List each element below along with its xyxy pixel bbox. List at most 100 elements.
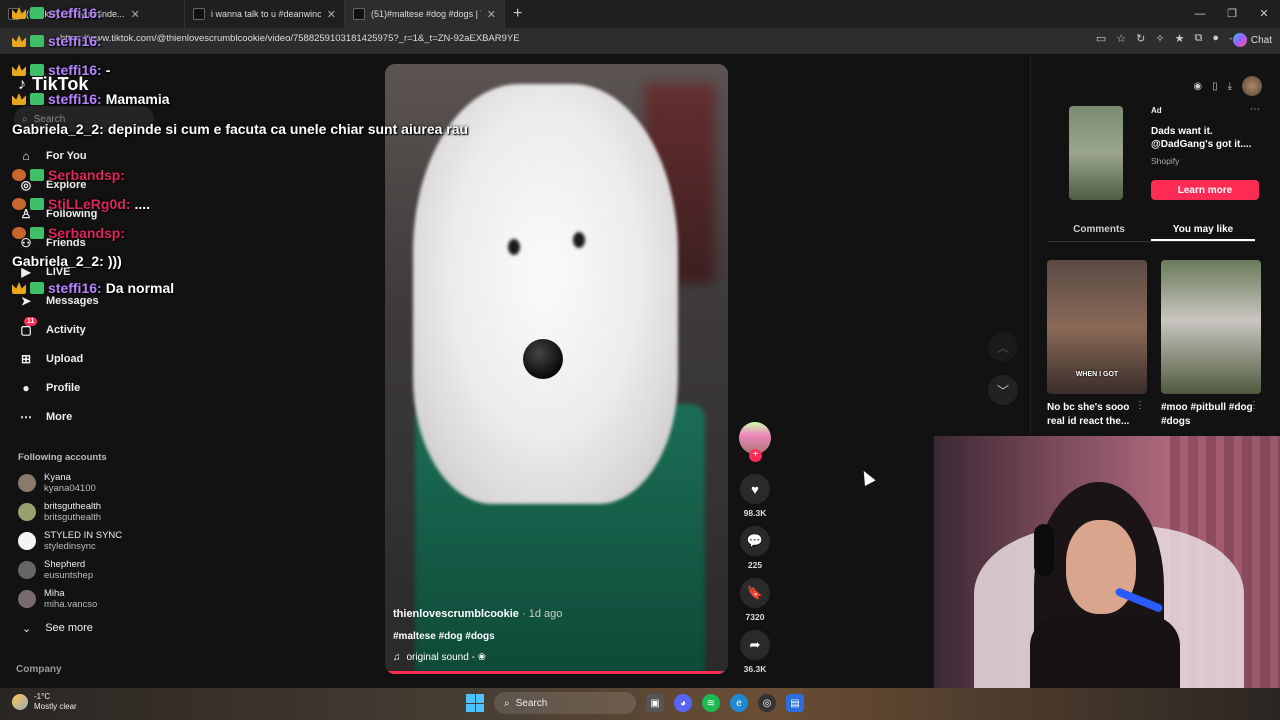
recommended-video-card[interactable]: #moo #pitbull #dog #dogs ⋮	[1161, 260, 1261, 429]
reader-icon[interactable]: ▭	[1096, 32, 1106, 45]
account-item[interactable]: Kyana kyana04100	[18, 472, 96, 494]
follow-plus-icon[interactable]: +	[749, 449, 762, 462]
edge-icon[interactable]: e	[730, 694, 748, 712]
bookmark-icon: 🔖	[740, 578, 770, 608]
new-tab-button[interactable]: +	[505, 5, 530, 23]
video-sound[interactable]: ♫ original sound - ❀	[393, 652, 486, 663]
avatar	[18, 590, 36, 608]
previous-video-button[interactable]: ︿	[988, 332, 1018, 362]
nav-label: Upload	[46, 353, 84, 365]
chat-message: steffi16: -	[12, 62, 110, 78]
profile-avatar-icon: ●	[22, 381, 30, 395]
chat-badge-icon	[12, 93, 26, 105]
nav-label: More	[46, 411, 73, 423]
next-video-button[interactable]: ﹀	[988, 375, 1018, 405]
taskbar-search[interactable]: ⌕ Search	[494, 692, 636, 714]
tiktok-favicon-icon	[193, 8, 205, 20]
save-count: 7320	[745, 612, 765, 622]
tab-3-active[interactable]: (51)#maltese #dog #dogs | Ti ✕	[345, 0, 505, 28]
tab-comments[interactable]: Comments	[1047, 220, 1151, 241]
card-more-icon[interactable]: ⋮	[1135, 400, 1145, 411]
user-avatar[interactable]	[1242, 76, 1262, 96]
star-icon[interactable]: ☆	[1116, 32, 1126, 45]
account-handle: styledinsync	[44, 541, 96, 552]
save-button[interactable]: 🔖 7320	[736, 578, 774, 622]
spotify-icon[interactable]: ≋	[702, 694, 720, 712]
tab-label: i wanna talk to u #deanwinchester	[211, 9, 321, 19]
download-icon[interactable]: ⤓	[1228, 81, 1232, 92]
url-field[interactable]: https://www.tiktok.com/@thienlovescrumbl…	[60, 33, 520, 44]
see-more-button[interactable]: ⌄ See more	[22, 622, 93, 635]
close-tab-icon[interactable]: ✕	[487, 8, 496, 21]
chat-username: steffi16:	[48, 62, 102, 78]
sidebar: ♪ TikTok ⌕ Search ⌂ For You ◎ Explore ♙ Fol…	[0, 54, 165, 688]
close-window-icon[interactable]: ✕	[1248, 0, 1280, 28]
close-tab-icon[interactable]: ✕	[327, 8, 336, 21]
refresh-icon[interactable]: ↻	[1136, 32, 1145, 45]
address-bar: https://www.tiktok.com/@thienlovescrumbl…	[0, 28, 1280, 54]
account-item[interactable]: britsguthealth britsguthealth	[18, 501, 101, 523]
device-icon[interactable]: ▯	[1212, 81, 1218, 92]
search-label: Search	[515, 697, 548, 709]
favorites-icon[interactable]: ★	[1175, 32, 1185, 45]
nav-upload[interactable]: ⊞ Upload	[18, 352, 83, 366]
nav-for-you[interactable]: ⌂ For You	[18, 149, 86, 163]
chat-message: steffi16:	[12, 33, 106, 49]
chat-message: steffi16: Da normal	[12, 280, 174, 296]
video-progress-bar[interactable]	[385, 671, 728, 674]
more-icon: ⋯	[20, 410, 32, 424]
comment-button[interactable]: 💬 225	[736, 526, 774, 570]
account-name: britsguthealth	[44, 501, 102, 512]
account-item[interactable]: Shepherd eusuntshep	[18, 559, 93, 581]
ad-thumbnail[interactable]	[1069, 106, 1123, 200]
coin-icon[interactable]: ◉	[1193, 81, 1202, 92]
recommended-video-card[interactable]: WHEN I GOT No bc she's sooo real id reac…	[1047, 260, 1147, 429]
collections-icon[interactable]: ⧉	[1194, 32, 1202, 45]
nav-more[interactable]: ⋯ More	[18, 410, 72, 424]
like-button[interactable]: ♥ 98.3K	[736, 474, 774, 518]
chat-badge-icon	[30, 35, 44, 47]
tab-2[interactable]: i wanna talk to u #deanwinchester ✕	[185, 0, 345, 28]
company-link[interactable]: Company	[16, 664, 62, 675]
maltese-dog-image	[413, 84, 678, 504]
profile-icon[interactable]: ●	[1212, 32, 1219, 45]
video-hashtags[interactable]: #maltese #dog #dogs	[393, 631, 495, 642]
extensions-icon[interactable]: ✧	[1155, 32, 1164, 45]
video-author[interactable]: thienlovescrumblcookie · 1d ago	[393, 608, 562, 620]
ad-more-icon[interactable]: ⋯	[1250, 104, 1260, 115]
tab-you-may-like[interactable]: You may like	[1151, 220, 1255, 241]
account-item[interactable]: Miha miha.vancso	[18, 588, 97, 610]
chat-text: )))	[107, 253, 122, 269]
chat-username: Gabriela_2_2:	[12, 253, 104, 269]
share-button[interactable]: ➦ 36.3K	[736, 630, 774, 674]
windows-taskbar: -1°C Mostly clear ⌕ Search ▣ ◕ ≋ e ◎ ▤	[0, 688, 1280, 720]
avatar	[18, 503, 36, 521]
windows-start-icon[interactable]	[466, 694, 484, 712]
chat-username: Gabriela_2_2:	[12, 121, 104, 137]
learn-more-button[interactable]: Learn more	[1151, 180, 1259, 200]
creator-avatar-button[interactable]: +	[736, 422, 774, 462]
copilot-chat-button[interactable]: Chat	[1232, 33, 1272, 47]
close-tab-icon[interactable]: ✕	[131, 8, 140, 21]
nav-profile[interactable]: ● Profile	[18, 381, 80, 395]
chat-badge-icon	[30, 7, 44, 19]
account-item[interactable]: STYLED IN SYNC styledinsync	[18, 530, 122, 552]
video-player[interactable]: thienlovescrumblcookie · 1d ago #maltese…	[385, 64, 728, 674]
task-view-icon[interactable]: ▣	[646, 694, 664, 712]
share-count: 36.3K	[743, 664, 767, 674]
nav-messages[interactable]: ➤ Messages	[18, 294, 99, 308]
obs-icon[interactable]: ◎	[758, 694, 776, 712]
music-note-icon: ♫	[393, 652, 401, 663]
nav-activity[interactable]: ▢ 11 Activity	[18, 317, 86, 337]
minimize-icon[interactable]: —	[1184, 0, 1216, 28]
discord-icon[interactable]: ◕	[674, 694, 692, 712]
upload-icon: ⊞	[20, 352, 32, 366]
restore-icon[interactable]: ❐	[1216, 0, 1248, 28]
card-more-icon[interactable]: ⋮	[1249, 400, 1259, 411]
app-icon[interactable]: ▤	[786, 694, 804, 712]
creator-avatar: +	[739, 422, 771, 462]
weather-widget[interactable]: -1°C Mostly clear	[12, 692, 77, 712]
headset-icon	[1034, 524, 1054, 576]
chat-username: StiLLeRg0d:	[48, 196, 131, 212]
temperature: -1°C	[34, 692, 51, 701]
